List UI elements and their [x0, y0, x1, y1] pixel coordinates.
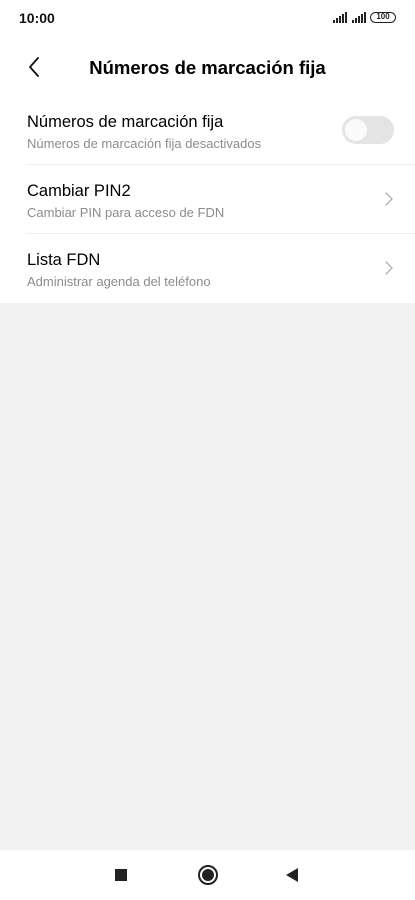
item-subtitle: Números de marcación fija desactivados	[27, 136, 262, 151]
app-bar: Números de marcación fija	[0, 36, 415, 96]
item-title: Números de marcación fija	[27, 113, 224, 131]
settings-list: Números de marcación fija Números de mar…	[0, 96, 415, 303]
item-title: Cambiar PIN2	[27, 182, 131, 200]
item-subtitle: Administrar agenda del teléfono	[27, 274, 211, 289]
page-title: Números de marcación fija	[89, 57, 326, 78]
chevron-right-icon	[385, 192, 393, 206]
signal-icon	[333, 12, 349, 23]
battery-icon: 100	[370, 12, 396, 23]
chevron-right-icon	[385, 261, 393, 275]
status-time: 10:00	[19, 10, 55, 26]
battery-level: 100	[376, 12, 390, 21]
change-pin2-item[interactable]: Cambiar PIN2 Cambiar PIN para acceso de …	[0, 165, 415, 234]
status-bar: 10:00 100	[0, 0, 415, 36]
recents-button[interactable]	[109, 863, 133, 887]
toggle-knob	[345, 119, 367, 141]
back-nav-button[interactable]	[280, 863, 304, 887]
item-subtitle: Cambiar PIN para acceso de FDN	[27, 205, 225, 220]
navigation-bar	[0, 850, 415, 900]
signal-icon	[352, 12, 368, 23]
home-button[interactable]	[196, 863, 220, 887]
fdn-toggle-switch[interactable]	[342, 116, 394, 144]
circle-home-icon	[198, 865, 218, 885]
fdn-list-item[interactable]: Lista FDN Administrar agenda del teléfon…	[0, 234, 415, 303]
item-title: Lista FDN	[27, 251, 101, 269]
triangle-back-icon	[286, 868, 298, 882]
fdn-toggle-item[interactable]: Números de marcación fija Números de mar…	[0, 96, 415, 165]
square-recents-icon	[115, 869, 127, 881]
